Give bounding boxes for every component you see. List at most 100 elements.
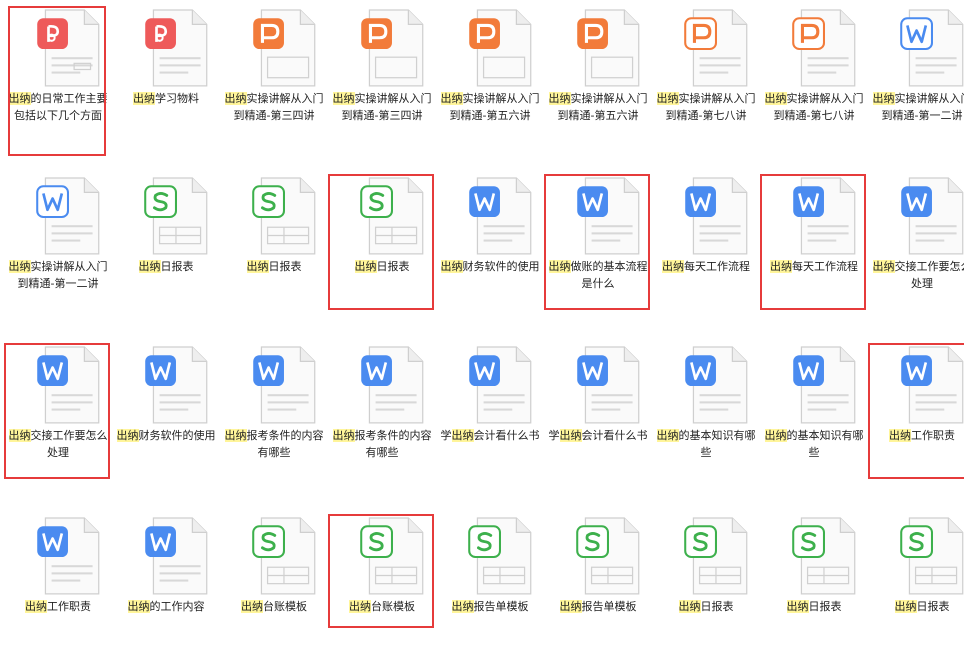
word-document-icon (34, 176, 90, 254)
search-match-highlight: 出纳 (560, 600, 582, 613)
file-item[interactable]: 出纳实操讲解从入门到精通-第三四讲 (220, 0, 328, 160)
file-item[interactable]: 出纳日报表 (112, 168, 220, 328)
search-match-highlight: 出纳 (895, 600, 917, 613)
file-name-rest: 实操讲解从入门到精通-第五六讲 (450, 92, 540, 122)
search-match-highlight: 出纳 (128, 600, 150, 613)
file-item[interactable]: 出纳交接工作要怎么处理 (4, 337, 112, 497)
file-name: 出纳交接工作要怎么处理 (872, 258, 964, 292)
file-item[interactable]: 出纳实操讲解从入门到精通-第一二讲 (868, 0, 964, 160)
file-item[interactable]: 出纳报告单模板 (436, 508, 544, 668)
search-match-highlight: 出纳 (333, 429, 355, 442)
file-item[interactable]: 出纳工作职责 (4, 508, 112, 668)
file-item[interactable]: 出纳每天工作流程 (760, 168, 868, 328)
spreadsheet-icon (574, 516, 630, 594)
file-item[interactable]: 出纳的基本知识有哪些 (760, 337, 868, 497)
file-item[interactable]: 出纳每天工作流程 (652, 168, 760, 328)
word-document-icon (34, 516, 90, 594)
word-document-icon (790, 345, 846, 423)
file-item[interactable]: 学出纳会计看什么书 (544, 337, 652, 497)
file-name-rest: 日报表 (161, 260, 194, 273)
file-name: 学出纳会计看什么书 (548, 427, 648, 444)
file-name: 出纳日报表 (332, 258, 432, 275)
file-item[interactable]: 出纳学习物料 (112, 0, 220, 160)
file-item[interactable]: 出纳报考条件的内容有哪些 (220, 337, 328, 497)
file-name-rest: 台账模板 (371, 600, 415, 613)
file-name: 出纳日报表 (224, 258, 324, 275)
word-document-icon (898, 345, 954, 423)
file-item[interactable]: 出纳台账模板 (328, 508, 436, 668)
file-name-rest: 的工作内容 (150, 600, 205, 613)
search-match-highlight: 出纳 (873, 92, 895, 105)
search-match-highlight: 出纳 (657, 429, 679, 442)
search-match-highlight: 出纳 (25, 600, 47, 613)
file-item[interactable]: 出纳的基本知识有哪些 (652, 337, 760, 497)
search-match-highlight: 出纳 (133, 92, 155, 105)
file-item[interactable]: 出纳日报表 (760, 508, 868, 668)
search-match-highlight: 出纳 (117, 429, 139, 442)
search-match-highlight: 出纳 (549, 92, 571, 105)
file-item[interactable]: 出纳财务软件的使用 (436, 168, 544, 328)
file-item[interactable]: 出纳台账模板 (220, 508, 328, 668)
file-item[interactable]: 出纳日报表 (652, 508, 760, 668)
file-name: 出纳实操讲解从入门到精通-第三四讲 (332, 90, 432, 124)
search-match-highlight: 出纳 (679, 600, 701, 613)
file-name: 出纳做账的基本流程是什么 (548, 258, 648, 292)
spreadsheet-icon (250, 176, 306, 254)
file-name: 出纳实操讲解从入门到精通-第一二讲 (872, 90, 964, 124)
file-item[interactable]: 出纳交接工作要怎么处理 (868, 168, 964, 328)
search-match-highlight: 出纳 (349, 600, 371, 613)
file-item[interactable]: 出纳实操讲解从入门到精通-第七八讲 (760, 0, 868, 160)
file-name-rest: 报告单模板 (582, 600, 637, 613)
search-match-highlight: 出纳 (889, 429, 911, 442)
file-name: 出纳报告单模板 (548, 598, 648, 615)
word-document-icon (34, 345, 90, 423)
file-item[interactable]: 出纳日报表 (328, 168, 436, 328)
presentation-icon (358, 8, 414, 86)
search-match-highlight: 出纳 (452, 429, 474, 442)
file-item[interactable]: 出纳做账的基本流程是什么 (544, 168, 652, 328)
file-name-rest: 实操讲解从入门到精通-第三四讲 (342, 92, 432, 122)
file-name: 出纳每天工作流程 (764, 258, 864, 275)
file-name-rest: 的基本知识有哪些 (787, 429, 864, 459)
file-item[interactable]: 出纳日报表 (868, 508, 964, 668)
word-document-icon (574, 345, 630, 423)
file-item[interactable]: 出纳实操讲解从入门到精通-第一二讲 (4, 168, 112, 328)
file-item[interactable]: 出纳报告单模板 (544, 508, 652, 668)
search-match-highlight: 出纳 (9, 260, 31, 273)
file-item[interactable]: 出纳实操讲解从入门到精通-第五六讲 (544, 0, 652, 160)
file-item[interactable]: 出纳工作职责 (868, 337, 964, 497)
file-name-rest: 实操讲解从入门到精通-第七八讲 (774, 92, 864, 122)
file-item[interactable]: 出纳的工作内容 (112, 508, 220, 668)
search-match-highlight: 出纳 (9, 92, 31, 105)
file-item[interactable]: 出纳实操讲解从入门到精通-第七八讲 (652, 0, 760, 160)
file-item[interactable]: 出纳财务软件的使用 (112, 337, 220, 497)
file-item[interactable]: 出纳实操讲解从入门到精通-第三四讲 (328, 0, 436, 160)
file-name: 出纳日报表 (764, 598, 864, 615)
file-name-rest: 实操讲解从入门到精通-第七八讲 (666, 92, 756, 122)
file-name: 学出纳会计看什么书 (440, 427, 540, 444)
file-name-rest: 财务软件的使用 (139, 429, 216, 442)
file-name-rest: 日报表 (809, 600, 842, 613)
file-item[interactable]: 学出纳会计看什么书 (436, 337, 544, 497)
file-name-rest: 工作职责 (911, 429, 955, 442)
file-name: 出纳工作职责 (872, 427, 964, 444)
word-document-icon (682, 176, 738, 254)
search-match-highlight: 出纳 (765, 429, 787, 442)
spreadsheet-icon (898, 516, 954, 594)
search-match-highlight: 出纳 (441, 92, 463, 105)
search-match-highlight: 出纳 (139, 260, 161, 273)
file-name-rest: 日报表 (269, 260, 302, 273)
file-name-rest: 实操讲解从入门到精通-第一二讲 (882, 92, 964, 122)
search-match-highlight: 出纳 (241, 600, 263, 613)
search-match-highlight: 出纳 (787, 600, 809, 613)
file-name: 出纳财务软件的使用 (116, 427, 216, 444)
file-name-rest: 的基本知识有哪些 (679, 429, 756, 459)
file-item[interactable]: 出纳的日常工作主要包括以下几个方面 (4, 0, 112, 160)
word-document-icon (358, 345, 414, 423)
word-document-icon (250, 345, 306, 423)
file-name: 出纳台账模板 (332, 598, 432, 615)
file-item[interactable]: 出纳报考条件的内容有哪些 (328, 337, 436, 497)
file-name: 出纳学习物料 (116, 90, 216, 107)
file-item[interactable]: 出纳日报表 (220, 168, 328, 328)
file-item[interactable]: 出纳实操讲解从入门到精通-第五六讲 (436, 0, 544, 160)
